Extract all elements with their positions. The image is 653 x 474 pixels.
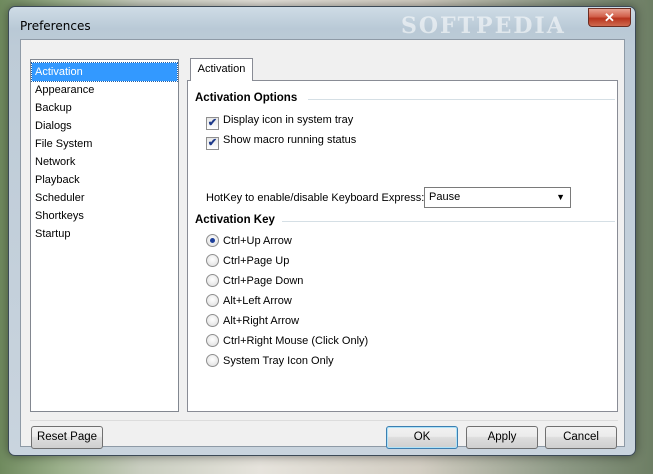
hotkey-select[interactable]: Pause ▼ <box>424 187 571 208</box>
category-item-network[interactable]: Network <box>32 153 177 171</box>
category-item-shortkeys[interactable]: Shortkeys <box>32 207 177 225</box>
activation-options-heading: Activation Options <box>195 92 298 104</box>
radio-alt-right-arrow[interactable]: Alt+Right Arrow <box>206 313 299 329</box>
category-item-dialogs[interactable]: Dialogs <box>32 117 177 135</box>
group-divider <box>308 99 615 100</box>
radio-button[interactable] <box>206 234 219 247</box>
radio-label: Ctrl+Up Arrow <box>223 235 292 247</box>
display-icon-checkbox[interactable]: ✔ <box>206 117 219 130</box>
hotkey-select-value: Pause <box>429 191 461 203</box>
checkmark-icon: ✔ <box>207 117 218 129</box>
radio-button[interactable] <box>206 294 219 307</box>
title-bar[interactable]: Preferences SOFTPEDIA ✕ <box>9 7 635 39</box>
radio-ctrl-up-arrow[interactable]: Ctrl+Up Arrow <box>206 233 292 249</box>
show-macro-checkbox-row[interactable]: ✔ Show macro running status <box>206 132 357 150</box>
watermark: SOFTPEDIA <box>401 13 566 39</box>
close-icon: ✕ <box>604 10 615 25</box>
category-list[interactable]: Activation Appearance Backup Dialogs Fil… <box>30 59 179 412</box>
category-item-activation[interactable]: Activation <box>31 62 178 82</box>
category-item-appearance[interactable]: Appearance <box>32 81 177 99</box>
dialog-body: Activation Appearance Backup Dialogs Fil… <box>20 39 625 449</box>
group-divider <box>282 221 615 222</box>
show-macro-checkbox[interactable]: ✔ <box>206 137 219 150</box>
activation-key-heading: Activation Key <box>195 214 275 226</box>
radio-button[interactable] <box>206 354 219 367</box>
dropdown-arrow-icon[interactable]: ▼ <box>556 188 565 207</box>
window-title: Preferences <box>20 19 91 33</box>
radio-label: Ctrl+Page Down <box>223 275 304 287</box>
radio-alt-left-arrow[interactable]: Alt+Left Arrow <box>206 293 292 309</box>
radio-system-tray-icon-only[interactable]: System Tray Icon Only <box>206 353 334 369</box>
show-macro-label: Show macro running status <box>223 134 357 146</box>
radio-button[interactable] <box>206 274 219 287</box>
category-item-scheduler[interactable]: Scheduler <box>32 189 177 207</box>
radio-ctrl-page-up[interactable]: Ctrl+Page Up <box>206 253 289 269</box>
category-item-playback[interactable]: Playback <box>32 171 177 189</box>
radio-label: Alt+Left Arrow <box>223 295 292 307</box>
radio-ctrl-page-down[interactable]: Ctrl+Page Down <box>206 273 303 289</box>
radio-button[interactable] <box>206 334 219 347</box>
cancel-button[interactable]: Cancel <box>545 426 617 449</box>
radio-ctrl-right-mouse[interactable]: Ctrl+Right Mouse (Click Only) <box>206 333 368 349</box>
radio-button[interactable] <box>206 314 219 327</box>
hotkey-label: HotKey to enable/disable Keyboard Expres… <box>206 192 425 204</box>
radio-label: Ctrl+Right Mouse (Click Only) <box>223 335 369 347</box>
radio-label: Ctrl+Page Up <box>223 255 290 267</box>
display-icon-checkbox-row[interactable]: ✔ Display icon in system tray <box>206 112 354 130</box>
tab-panel-activation: Activation Options ✔ Display icon in syst… <box>187 80 618 412</box>
category-item-backup[interactable]: Backup <box>32 99 177 117</box>
checkmark-icon: ✔ <box>207 137 218 149</box>
close-button[interactable]: ✕ <box>588 8 631 27</box>
ok-button[interactable]: OK <box>386 426 458 449</box>
radio-label: Alt+Right Arrow <box>223 315 300 327</box>
apply-button[interactable]: Apply <box>466 426 538 449</box>
footer-divider <box>30 420 618 421</box>
preferences-window: Preferences SOFTPEDIA ✕ Activation Appea… <box>8 6 636 456</box>
radio-label: System Tray Icon Only <box>223 355 334 367</box>
radio-button[interactable] <box>206 254 219 267</box>
category-item-startup[interactable]: Startup <box>32 225 177 243</box>
tab-activation[interactable]: Activation <box>190 58 253 81</box>
display-icon-label: Display icon in system tray <box>223 114 354 126</box>
reset-page-button[interactable]: Reset Page <box>31 426 103 449</box>
category-item-file-system[interactable]: File System <box>32 135 177 153</box>
